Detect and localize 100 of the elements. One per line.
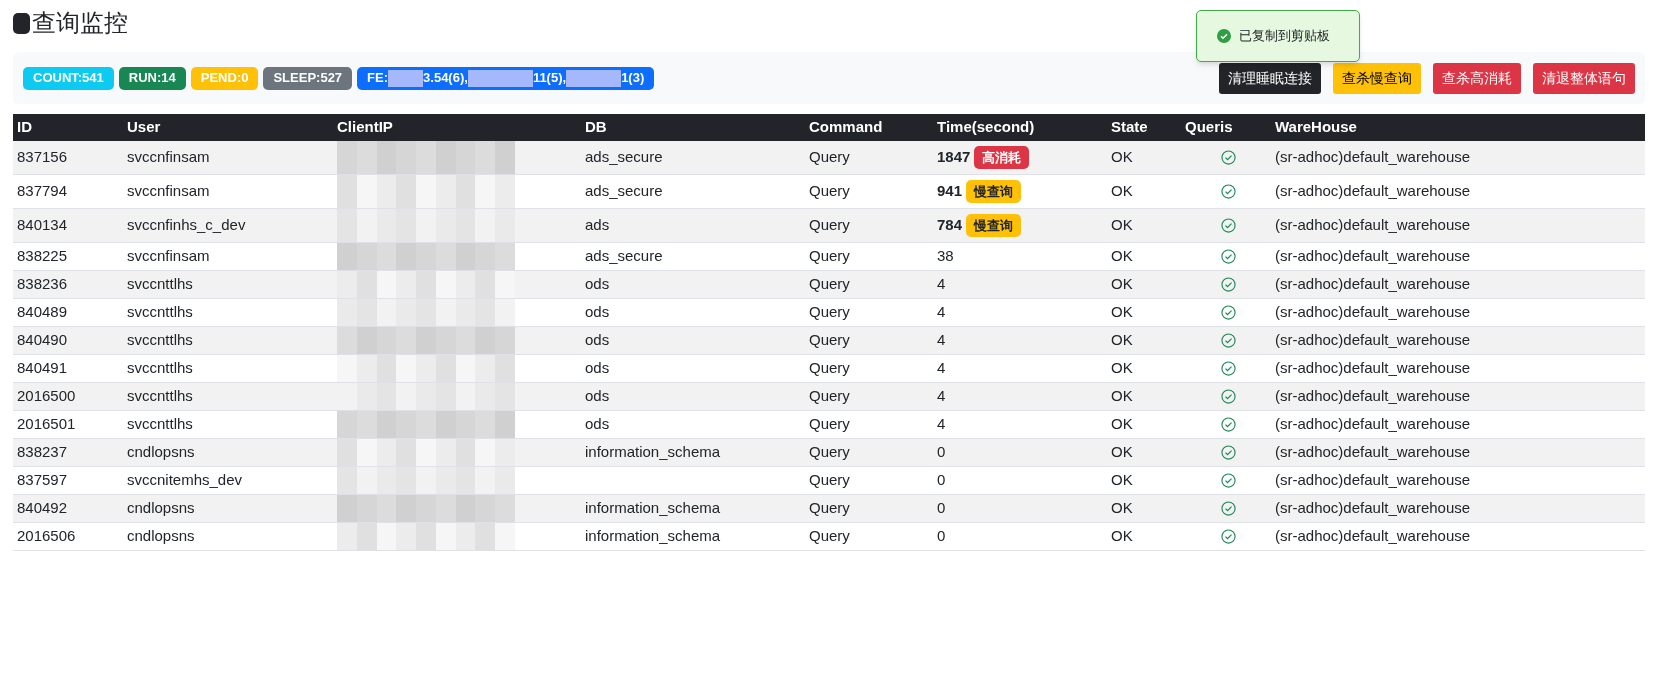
table-cell-text: 4 (937, 274, 946, 295)
table-cell-text: 840490 (17, 330, 68, 351)
action-button[interactable]: 清理睡眠连接 (1219, 62, 1321, 94)
table-cell-text: (sr-adhoc)default_warehouse (1275, 414, 1471, 435)
table-cell-text: 837597 (17, 470, 68, 491)
action-button[interactable]: 查杀高消耗 (1433, 62, 1521, 94)
column-header: Command (809, 118, 883, 136)
table-cell-text: (sr-adhoc)default_warehouse (1275, 215, 1471, 236)
redaction-block (467, 69, 533, 87)
table-cell-text: 4 (937, 302, 946, 323)
table-cell-text: 0 (937, 442, 946, 463)
table-cell-text: Query (809, 181, 850, 202)
table-cell-text: 4 (937, 330, 946, 351)
table-cell-text: information_schema (585, 526, 721, 547)
table-cell-text: (sr-adhoc)default_warehouse (1275, 181, 1471, 202)
table-cell-text: cndlopsns (127, 526, 195, 547)
table-cell-text: OK (1111, 302, 1133, 323)
table-cell-text: 840134 (17, 215, 68, 236)
column-header: Time(second) (937, 118, 1035, 136)
time-tag: 慢查询 (966, 214, 1022, 237)
table-cell-text: Query (809, 470, 850, 491)
table-cell-text: OK (1111, 358, 1133, 379)
column-header: User (127, 118, 161, 136)
table-cell-text: 1847 (937, 147, 971, 168)
table-cell-text: OK (1111, 330, 1133, 351)
table-cell-text: ods (585, 302, 610, 323)
table-cell-text: 2016506 (17, 526, 76, 547)
table-cell-text: (sr-adhoc)default_warehouse (1275, 358, 1471, 379)
table-cell-text: (sr-adhoc)default_warehouse (1275, 246, 1471, 267)
table-cell-text: ads_secure (585, 181, 663, 202)
table-cell-text: svccnttlhs (127, 358, 193, 379)
table-cell-text: (sr-adhoc)default_warehouse (1275, 442, 1471, 463)
table-cell-text: svccnitemhs_dev (127, 470, 243, 491)
table-cell-text: Query (809, 302, 850, 323)
time-tag: 高消耗 (974, 146, 1030, 169)
column-header: Queris (1185, 118, 1233, 136)
table-cell-text: 840489 (17, 302, 68, 323)
column-header: WareHouse (1275, 118, 1357, 136)
table-cell-text: Query (809, 274, 850, 295)
table-cell-text: information_schema (585, 442, 721, 463)
table-cell-text: 4 (937, 358, 946, 379)
table-cell-text: Query (809, 358, 850, 379)
database-icon (13, 12, 30, 34)
table-cell-text: OK (1111, 386, 1133, 407)
table-cell-text: information_schema (585, 498, 721, 519)
table-cell-text: ads_secure (585, 147, 663, 168)
table-cell-text: 4 (937, 414, 946, 435)
table-cell-text: svccnttlhs (127, 274, 193, 295)
table-cell-text: (sr-adhoc)default_warehouse (1275, 498, 1471, 519)
table-cell-text: (sr-adhoc)default_warehouse (1275, 147, 1471, 168)
table-cell-text: 838237 (17, 442, 68, 463)
table-cell-text: OK (1111, 274, 1133, 295)
table-cell-text: ads (585, 215, 610, 236)
table-cell-text: 838236 (17, 274, 68, 295)
toast-message: 已复制到剪贴板 (1239, 27, 1330, 46)
table-cell-text: 2016500 (17, 386, 76, 407)
table-cell-text: ods (585, 330, 610, 351)
table-cell-text: OK (1111, 470, 1133, 491)
redaction-block (388, 69, 424, 87)
table-cell-text: ods (585, 414, 610, 435)
table-cell-text: svccnfinsam (127, 181, 210, 202)
badge-text: FE: (367, 69, 389, 88)
table-cell-text: Query (809, 526, 850, 547)
table-cell-text: OK (1111, 526, 1133, 547)
table-cell-text: 0 (937, 526, 946, 547)
table-cell-text: 0 (937, 470, 946, 491)
table-cell-text: (sr-adhoc)default_warehouse (1275, 274, 1471, 295)
badge-text: 1(3) (621, 69, 645, 88)
table-cell-text: svccnfinhs_c_dev (127, 215, 246, 236)
table-cell-text: svccnttlhs (127, 330, 193, 351)
table-cell-text: OK (1111, 414, 1133, 435)
table-cell-text: 837156 (17, 147, 68, 168)
table-cell-text: OK (1111, 498, 1133, 519)
badge-text: 3.54(6), (423, 69, 468, 88)
action-button[interactable]: 清退整体语句 (1533, 62, 1635, 94)
page-title: 查询监控 (32, 8, 128, 39)
redaction-block (566, 69, 622, 87)
action-button[interactable]: 查杀慢查询 (1333, 62, 1421, 94)
table-cell-text: (sr-adhoc)default_warehouse (1275, 330, 1471, 351)
table-cell-text: OK (1111, 215, 1133, 236)
table-cell-text: cndlopsns (127, 498, 195, 519)
count-badge: RUN:14 (118, 66, 186, 90)
table-cell-text: OK (1111, 442, 1133, 463)
table-cell-text: 941 (937, 181, 963, 202)
table-cell-text: Query (809, 386, 850, 407)
table-cell-text: 840492 (17, 498, 68, 519)
table-cell-text: Query (809, 215, 850, 236)
table-cell-text: Query (809, 330, 850, 351)
column-header: DB (585, 118, 607, 136)
table-cell-text: OK (1111, 246, 1133, 267)
table-cell-text: OK (1111, 147, 1133, 168)
table-cell-text: 38 (937, 246, 954, 267)
table-cell-text: svccnttlhs (127, 302, 193, 323)
table-cell-text: OK (1111, 181, 1133, 202)
table-cell-text: 4 (937, 386, 946, 407)
table-cell-text: ods (585, 274, 610, 295)
count-badge: PEND:0 (190, 66, 259, 90)
count-badge: SLEEP:527 (263, 66, 353, 90)
table-cell-text: (sr-adhoc)default_warehouse (1275, 386, 1471, 407)
table-cell-text: (sr-adhoc)default_warehouse (1275, 470, 1471, 491)
